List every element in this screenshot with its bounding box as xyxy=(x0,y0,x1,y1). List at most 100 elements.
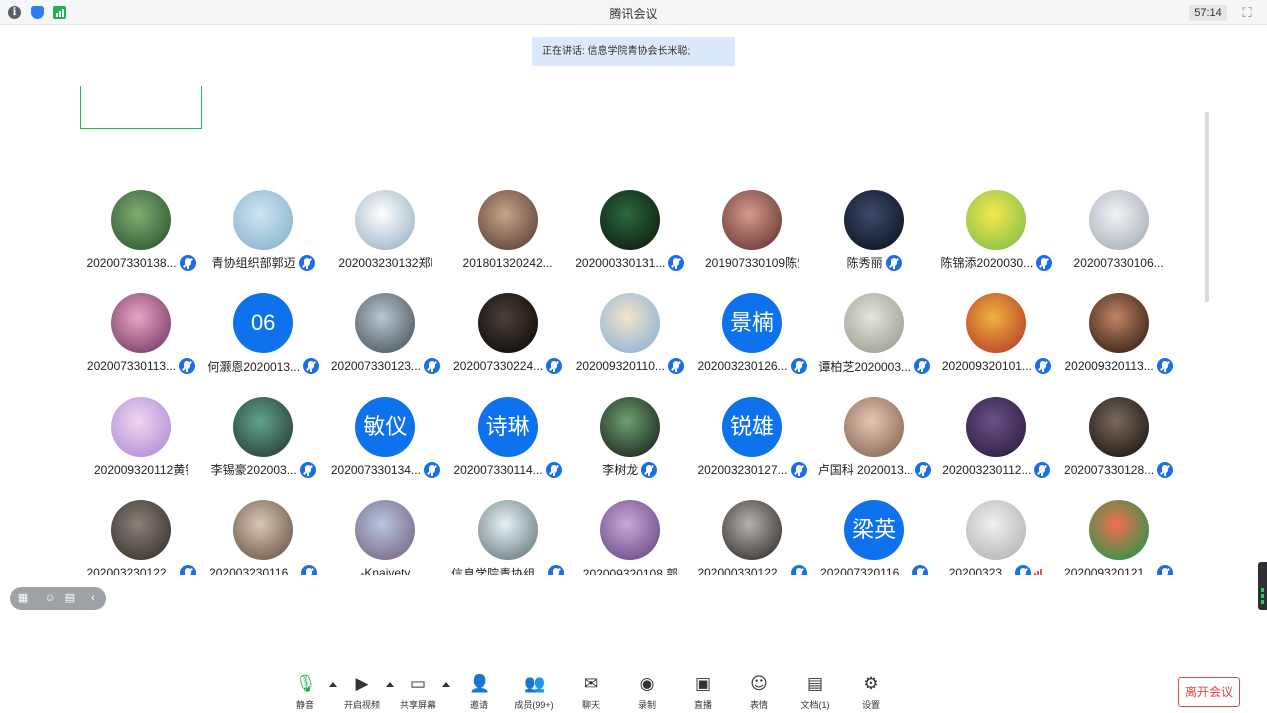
participant-tile[interactable]: 202007330113... xyxy=(80,253,202,375)
toolbar-label: 静音 xyxy=(295,700,314,710)
avatar xyxy=(1088,396,1149,457)
participant-tile[interactable]: 敏仪 202007330134... xyxy=(324,357,446,478)
title-bar: 腾讯会议 57:14 ⛶ xyxy=(0,0,1267,25)
avatar xyxy=(1088,189,1149,250)
participant-tile[interactable]: 202007320126... xyxy=(691,86,813,129)
participant-tile[interactable]: 202009320112黄钧... xyxy=(80,357,202,477)
members-button[interactable]: 👥 成员(99+) xyxy=(508,674,560,711)
participant-tile[interactable]: 诗琳 202007330114... xyxy=(447,357,569,478)
participant-tile[interactable]: 202007330224... xyxy=(447,253,569,375)
emoji-button[interactable]: ☺ 表情 xyxy=(733,674,785,711)
avatar xyxy=(966,293,1027,354)
avatar xyxy=(966,396,1027,457)
mini-control-bar: ▦ ☺ ▤ ‹ xyxy=(10,587,106,610)
participant-tile[interactable]: 202009320110... xyxy=(569,253,691,375)
fullscreen-icon[interactable]: ⛶ xyxy=(1239,5,1255,21)
participant-tile[interactable]: 201907330109陈紫... xyxy=(691,150,813,270)
participant-tile[interactable]: 202000330122... xyxy=(691,460,813,575)
avatar-initials: 梁英 xyxy=(844,500,905,561)
participant-tile[interactable]: 202007330138... xyxy=(80,150,202,271)
live-icon: ▣ xyxy=(694,674,712,694)
avatar xyxy=(966,500,1027,561)
participant-tile[interactable]: 202003230112... xyxy=(935,357,1057,478)
participant-tile[interactable]: 202009320101... xyxy=(935,253,1057,375)
avatar xyxy=(844,189,905,250)
share-button[interactable]: ▭ 共享屏幕 xyxy=(392,674,444,711)
participant-tile[interactable]: 信息学院青协会... xyxy=(80,86,202,129)
participant-tile[interactable]: 青协组织部郭迈 xyxy=(202,150,324,271)
avatar xyxy=(111,189,171,250)
participant-tile[interactable]: 202009320108 郭... xyxy=(569,460,691,575)
emoji-icon[interactable]: ☺ xyxy=(43,591,57,605)
record-button[interactable]: ◉ 录制 xyxy=(621,674,673,711)
participant-tile[interactable]: 202003230116... xyxy=(202,460,324,575)
docs-button[interactable]: ▤ 文档(1) xyxy=(789,674,841,711)
participant-tile[interactable]: 202007330132... xyxy=(935,86,1057,129)
chat-button[interactable]: ✉ 聊天 xyxy=(565,674,617,711)
participant-tile[interactable]: 梁英 202007320116... xyxy=(813,460,935,575)
avatar-initials: 敏仪 xyxy=(355,396,416,457)
invite-button[interactable]: 👤 邀请 xyxy=(453,674,505,711)
toolbar-label: 直播 xyxy=(693,700,712,710)
participant-tile[interactable]: 陈秀丽 xyxy=(813,150,935,271)
participant-tile[interactable]: 信息学院青协组... xyxy=(447,460,569,575)
settings-button[interactable]: ⚙ 设置 xyxy=(845,674,897,711)
participant-tile[interactable]: 青协组织部邱俊达 xyxy=(1058,86,1180,129)
participant-tile[interactable]: 202003230122... xyxy=(80,460,202,575)
participant-tile[interactable]: 202007330128... xyxy=(1058,357,1180,478)
avatar xyxy=(477,189,538,250)
participant-tile[interactable]: 202003230132郑晓... xyxy=(324,150,446,270)
participant-tile[interactable] xyxy=(569,564,691,575)
participant-tile[interactable]: 202007330122... xyxy=(324,86,446,129)
meeting-timer: 57:14 xyxy=(1189,5,1227,21)
keyboard-icon[interactable]: ▤ xyxy=(63,591,77,605)
participant-tile[interactable]: 李树龙 xyxy=(569,357,691,478)
participant-tile[interactable] xyxy=(691,564,813,575)
participant-tile[interactable]: 201801320242... xyxy=(447,150,569,270)
participant-tile[interactable]: -Knaivety xyxy=(324,460,446,575)
participant-tile[interactable]: 景楠 202003230126... xyxy=(691,253,813,375)
avatar xyxy=(599,189,660,250)
avatar xyxy=(599,396,660,457)
avatar xyxy=(111,293,171,354)
participant-tile[interactable]: 彭敏娴 xyxy=(813,86,935,129)
participant-tile[interactable]: 06 何灏恩2020013... xyxy=(202,253,324,375)
participant-tile[interactable]: 数展202004830... xyxy=(447,86,569,129)
toolbar-label: 文档(1) xyxy=(800,700,830,710)
participant-tile[interactable] xyxy=(447,564,569,575)
avatar xyxy=(722,189,782,250)
toolbar-label: 邀请 xyxy=(469,700,488,710)
members-icon: 👥 xyxy=(524,674,546,694)
avatar xyxy=(355,293,416,354)
participant-tile[interactable]: 诗淇 xyxy=(324,564,446,575)
participant-tile[interactable]: 202009320113... xyxy=(1058,253,1180,375)
participant-tile[interactable]: 202007330123... xyxy=(324,253,446,375)
participant-tile[interactable]: 卢国科 2020013... xyxy=(813,357,935,478)
leave-meeting-button[interactable]: 离开会议 xyxy=(1178,677,1240,707)
participant-tile[interactable]: 锐雄 202003230127... xyxy=(691,357,813,478)
grid-scrollbar[interactable] xyxy=(1205,112,1209,302)
live-button[interactable]: ▣ 直播 xyxy=(677,674,729,711)
participant-tile[interactable]: 202007330106... xyxy=(1058,150,1180,270)
avatar xyxy=(477,293,538,354)
participant-grid: 信息学院青协会...青协秘书部曹斯彤202007330122...数展20200… xyxy=(80,86,1183,575)
collapse-icon[interactable]: ‹ xyxy=(86,591,100,605)
participant-tile[interactable]: 青协秘书部魏子恩 xyxy=(569,86,691,129)
participant-tile[interactable]: 202009320121... xyxy=(1058,460,1180,575)
layout-icon[interactable]: ▦ xyxy=(16,591,30,605)
chevron-up-icon[interactable] xyxy=(442,682,450,687)
participant-tile[interactable] xyxy=(80,564,202,575)
participant-tile[interactable]: 青协秘书部曹斯彤 xyxy=(202,86,324,129)
side-panel-handle[interactable] xyxy=(1258,562,1267,610)
participant-tile[interactable]: 陈锦添2020030... xyxy=(935,150,1057,271)
participant-tile[interactable]: 谭柏芝2020003... xyxy=(813,253,935,375)
avatar xyxy=(477,500,538,561)
participant-tile[interactable]: 202000330131... xyxy=(569,150,691,271)
toolbar-label: 共享屏幕 xyxy=(399,700,436,710)
video-button[interactable]: ▶ 开启视频 xyxy=(336,674,388,711)
participant-tile[interactable] xyxy=(935,564,1057,575)
mute-button[interactable]: 🎙 静音 xyxy=(279,674,331,711)
bottom-toolbar: 🎙 静音 ▶ 开启视频 ▭ 共享屏幕 👤 邀请 👥 成员(99+) ✉ 聊天 ◉ 录制 ▣ 直播 ☺ 表情 ▤ 文档(… xyxy=(0,670,1267,713)
participant-tile[interactable]: 20200323... xyxy=(935,460,1057,575)
participant-tile[interactable]: 李锡豪202003... xyxy=(202,357,324,478)
